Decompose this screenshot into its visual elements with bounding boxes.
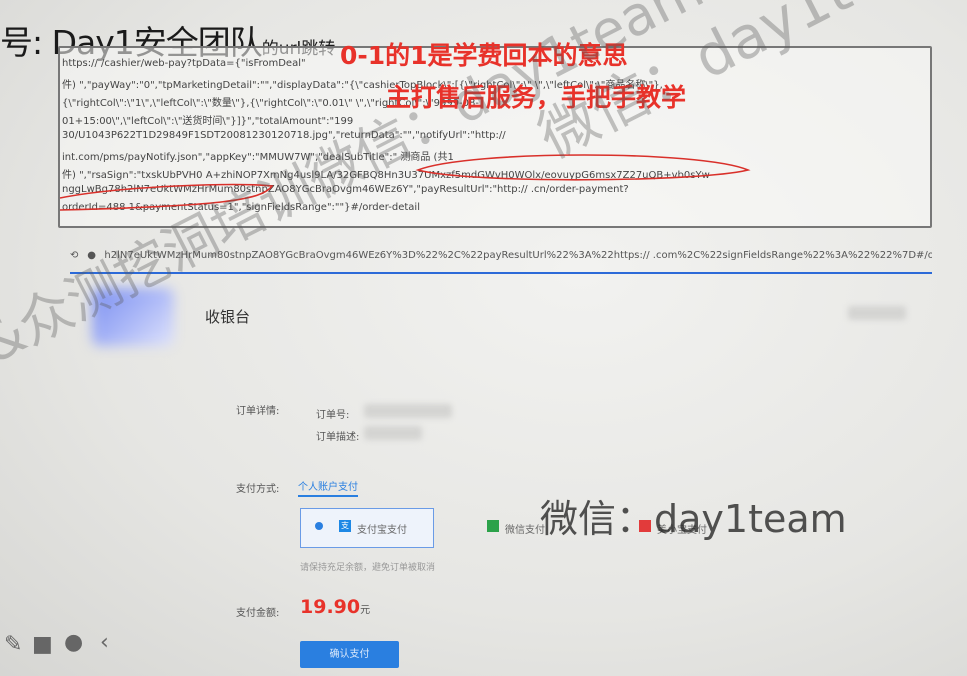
amount-label: 支付金额: [236, 608, 280, 619]
tab-personal-account[interactable]: 个人账户支付 [298, 478, 358, 497]
cashier-title: 收银台 [205, 308, 251, 326]
order-desc-value [364, 426, 422, 440]
alipay-option[interactable]: 支 支付宝支付 [300, 508, 434, 548]
order-desc-label: 订单描述: [316, 432, 360, 443]
alipay-icon: 支 [339, 520, 351, 532]
wechat-label: 微信支付 [505, 525, 545, 536]
pen-icon[interactable]: ✎ [4, 632, 22, 657]
amount-value: 19.90元 [300, 596, 370, 618]
order-detail-label: 订单详情: [236, 406, 280, 417]
amount-unit: 元 [360, 605, 371, 616]
amount-number: 19.90 [300, 596, 361, 618]
order-no-label: 订单号: [316, 410, 350, 421]
pay-method-label: 支付方式: [236, 484, 280, 495]
more-icon[interactable]: ● [64, 630, 83, 655]
photo-of-screen: 号: Day1安全团队的url跳转 https:// /cashier/web-… [0, 0, 967, 676]
order-no-value [364, 404, 452, 418]
wechat-icon [487, 520, 499, 532]
video-camera-icon[interactable]: ■ [32, 632, 53, 657]
collapse-icon[interactable]: ‹ [100, 630, 109, 655]
blurred-header-info [848, 306, 906, 320]
pay-hint: 请保持充足余额，避免订单被取消 [300, 563, 436, 573]
confirm-pay-button[interactable]: 确认支付 [300, 641, 399, 668]
alipay-label: 支付宝支付 [357, 525, 407, 536]
radio-selected-icon [315, 522, 323, 530]
watermark-horizontal: 微信：day1team [540, 497, 847, 541]
